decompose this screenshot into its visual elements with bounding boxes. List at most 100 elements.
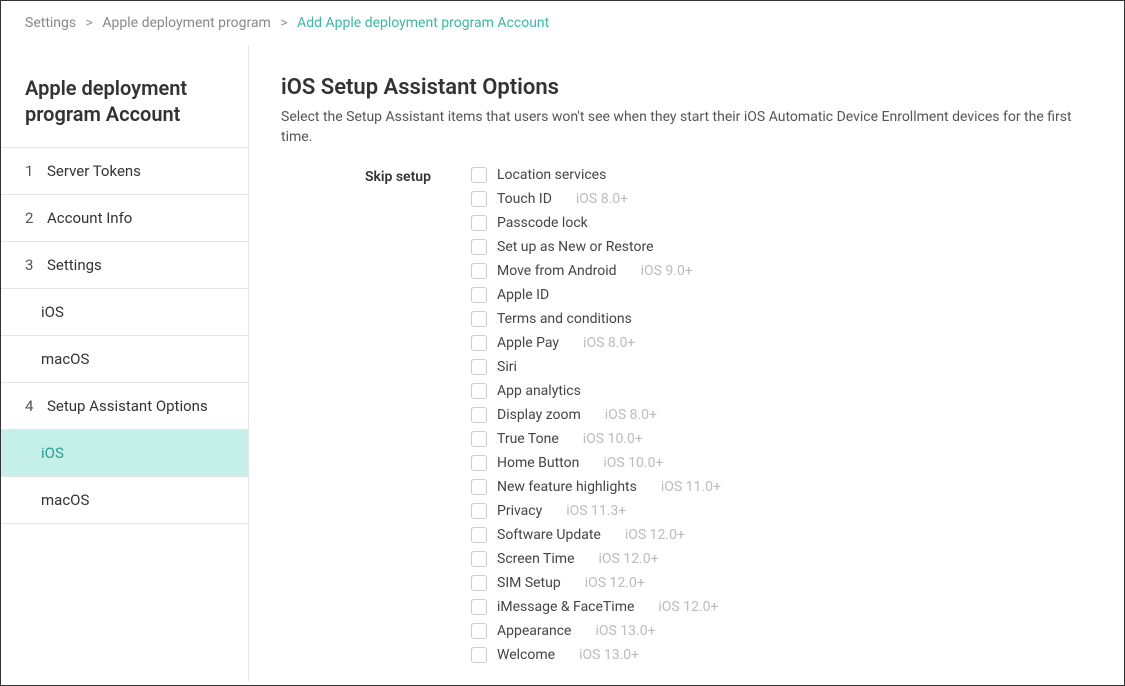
version-note: iOS 12.0+	[585, 575, 645, 591]
checkbox-set-up-as-new-or-restore[interactable]	[471, 239, 487, 255]
sidebar-item-ios[interactable]: iOS	[1, 289, 248, 335]
checkbox-label: Touch ID	[497, 191, 552, 207]
version-note: iOS 12.0+	[658, 599, 718, 615]
checkbox-apple-id[interactable]	[471, 287, 487, 303]
checkbox-row-siri: Siri	[471, 359, 1092, 375]
checkbox-label: Terms and conditions	[497, 311, 632, 327]
checkbox-privacy[interactable]	[471, 503, 487, 519]
checkbox-label: New feature highlights	[497, 479, 637, 495]
checkbox-row-display-zoom: Display zoom iOS 8.0+	[471, 407, 1092, 423]
checkbox-row-passcode-lock: Passcode lock	[471, 215, 1092, 231]
version-note: iOS 8.0+	[583, 335, 635, 351]
version-note: iOS 8.0+	[605, 407, 657, 423]
checkbox-label: Move from Android	[497, 263, 617, 279]
checkbox-label: iMessage & FaceTime	[497, 599, 634, 615]
checkbox-imessage-facetime[interactable]	[471, 599, 487, 615]
checkbox-location-services[interactable]	[471, 167, 487, 183]
breadcrumb-separator: >	[86, 15, 93, 31]
checkbox-label: Apple Pay	[497, 335, 559, 351]
checkbox-home-button[interactable]	[471, 455, 487, 471]
sidebar-item-number: 3	[25, 256, 47, 274]
checkbox-row-imessage-facetime: iMessage & FaceTime iOS 12.0+	[471, 599, 1092, 615]
checkbox-row-new-feature-highlights: New feature highlights iOS 11.0+	[471, 479, 1092, 495]
page-title: iOS Setup Assistant Options	[281, 75, 1092, 100]
sidebar-item-number: 1	[25, 162, 47, 180]
sidebar-item-label: Account Info	[47, 209, 132, 227]
checkbox-true-tone[interactable]	[471, 431, 487, 447]
sidebar-item-macos[interactable]: macOS	[1, 336, 248, 382]
form-label-skip-setup: Skip setup	[281, 167, 471, 663]
sidebar-item-number: 2	[25, 209, 47, 227]
sidebar: Apple deployment program Account 1Server…	[1, 45, 249, 681]
checkbox-siri[interactable]	[471, 359, 487, 375]
checkbox-display-zoom[interactable]	[471, 407, 487, 423]
checkbox-row-app-analytics: App analytics	[471, 383, 1092, 399]
checkbox-label: Screen Time	[497, 551, 575, 567]
breadcrumb-item-current: Add Apple deployment program Account	[297, 15, 549, 31]
checkbox-label: True Tone	[497, 431, 559, 447]
version-note: iOS 13.0+	[579, 647, 639, 663]
version-note: iOS 10.0+	[603, 455, 663, 471]
sidebar-item-server-tokens[interactable]: 1Server Tokens	[1, 148, 248, 194]
sidebar-item-label: Setup Assistant Options	[47, 397, 208, 415]
checkbox-row-apple-id: Apple ID	[471, 287, 1092, 303]
checkbox-row-terms-and-conditions: Terms and conditions	[471, 311, 1092, 327]
checkbox-label: Software Update	[497, 527, 601, 543]
checkbox-label: Display zoom	[497, 407, 581, 423]
checkbox-row-true-tone: True ToneiOS 10.0+	[471, 431, 1092, 447]
version-note: iOS 11.0+	[661, 479, 721, 495]
version-note: iOS 8.0+	[576, 191, 628, 207]
version-note: iOS 12.0+	[625, 527, 685, 543]
checkbox-passcode-lock[interactable]	[471, 215, 487, 231]
checkbox-touch-id[interactable]	[471, 191, 487, 207]
page-description: Select the Setup Assistant items that us…	[281, 108, 1092, 147]
checkbox-row-apple-pay: Apple Pay iOS 8.0+	[471, 335, 1092, 351]
checkbox-row-touch-id: Touch ID iOS 8.0+	[471, 191, 1092, 207]
sidebar-item-account-info[interactable]: 2Account Info	[1, 195, 248, 241]
checkbox-welcome[interactable]	[471, 647, 487, 663]
checkbox-row-set-up-as-new-or-restore: Set up as New or Restore	[471, 239, 1092, 255]
sidebar-item-macos[interactable]: macOS	[1, 477, 248, 523]
sidebar-item-setup-assistant-options[interactable]: 4Setup Assistant Options	[1, 383, 248, 429]
checkbox-label: Location services	[497, 167, 606, 183]
checkbox-terms-and-conditions[interactable]	[471, 311, 487, 327]
checkbox-new-feature-highlights[interactable]	[471, 479, 487, 495]
checkbox-screen-time[interactable]	[471, 551, 487, 567]
sidebar-item-label: Settings	[47, 256, 102, 274]
checkbox-sim-setup[interactable]	[471, 575, 487, 591]
sidebar-item-label: Server Tokens	[47, 162, 141, 180]
checkbox-label: Welcome	[497, 647, 555, 663]
version-note: iOS 12.0+	[599, 551, 659, 567]
checkbox-move-from-android[interactable]	[471, 263, 487, 279]
checkbox-row-sim-setup: SIM Setup iOS 12.0+	[471, 575, 1092, 591]
checkbox-row-appearance: Appearance iOS 13.0+	[471, 623, 1092, 639]
checkbox-software-update[interactable]	[471, 527, 487, 543]
checkbox-label: Siri	[497, 359, 517, 375]
sidebar-item-settings[interactable]: 3Settings	[1, 242, 248, 288]
version-note: iOS 13.0+	[595, 623, 655, 639]
checkbox-row-welcome: Welcome iOS 13.0+	[471, 647, 1092, 663]
checkbox-row-home-button: Home Button iOS 10.0+	[471, 455, 1092, 471]
checkbox-row-location-services: Location services	[471, 167, 1092, 183]
checkbox-row-software-update: Software Update iOS 12.0+	[471, 527, 1092, 543]
checkbox-label: Home Button	[497, 455, 579, 471]
breadcrumb-item-settings[interactable]: Settings	[25, 15, 76, 31]
checkbox-label: Appearance	[497, 623, 571, 639]
checkbox-appearance[interactable]	[471, 623, 487, 639]
sidebar-item-ios[interactable]: iOS	[1, 430, 248, 476]
sidebar-item-label: macOS	[41, 491, 89, 509]
checkbox-apple-pay[interactable]	[471, 335, 487, 351]
checkbox-label: SIM Setup	[497, 575, 561, 591]
checkbox-row-screen-time: Screen Time iOS 12.0+	[471, 551, 1092, 567]
checkbox-label: Passcode lock	[497, 215, 588, 231]
checkbox-label: App analytics	[497, 383, 581, 399]
checkbox-label: Set up as New or Restore	[497, 239, 654, 255]
checkbox-row-privacy: Privacy iOS 11.3+	[471, 503, 1092, 519]
checkbox-label: Privacy	[497, 503, 542, 519]
breadcrumb-item-program[interactable]: Apple deployment program	[102, 15, 270, 31]
sidebar-item-label: iOS	[41, 303, 64, 321]
version-note: iOS 9.0+	[641, 263, 693, 279]
checkbox-app-analytics[interactable]	[471, 383, 487, 399]
version-note: iOS 11.3+	[566, 503, 626, 519]
main-content: iOS Setup Assistant Options Select the S…	[249, 45, 1124, 681]
